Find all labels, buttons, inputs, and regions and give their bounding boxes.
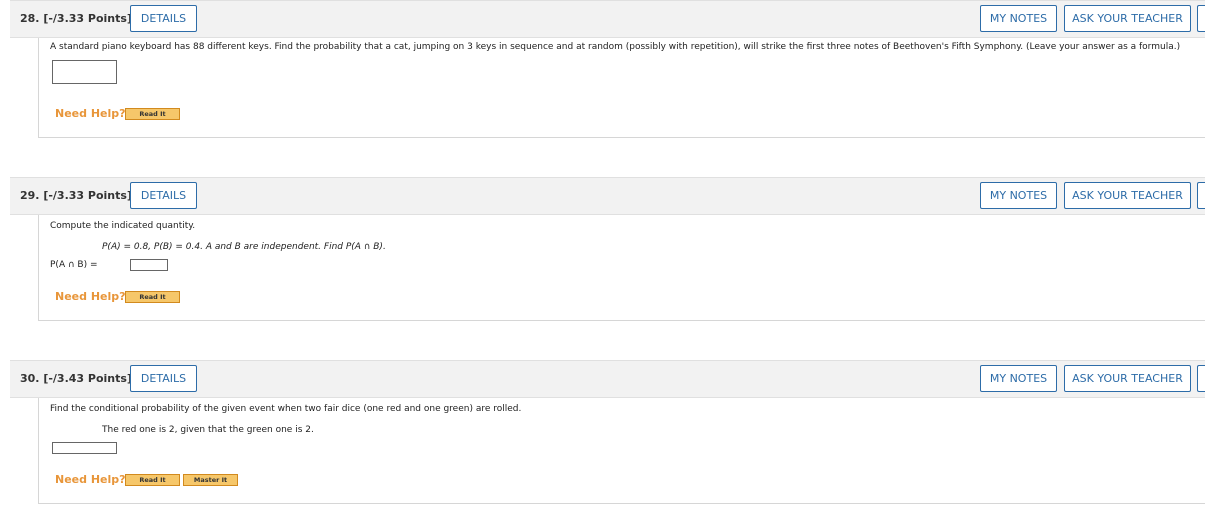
question-body: Compute the indicated quantity. P(A) = 0… — [38, 215, 1205, 321]
ask-teacher-button[interactable]: ASK YOUR TEACHER — [1064, 365, 1191, 392]
my-notes-button[interactable]: MY NOTES — [980, 365, 1057, 392]
more-button[interactable] — [1197, 365, 1205, 392]
answer-input[interactable] — [52, 442, 117, 454]
my-notes-button[interactable]: MY NOTES — [980, 182, 1057, 209]
read-it-button[interactable]: Read It — [125, 474, 180, 486]
question-text: A standard piano keyboard has 88 differe… — [50, 42, 1181, 52]
question-body: Find the conditional probability of the … — [38, 398, 1205, 504]
details-button[interactable]: DETAILS — [130, 365, 197, 392]
need-help-label: Need Help? — [55, 107, 126, 120]
question-given: The red one is 2, given that the green o… — [102, 425, 314, 435]
question-header: 28. [-/3.33 Points] DETAILS MY NOTES ASK… — [10, 0, 1205, 38]
question-number: 30. [-/3.43 Points] — [20, 372, 132, 385]
need-help-label: Need Help? — [55, 290, 126, 303]
question-given: P(A) = 0.8, P(B) = 0.4. A and B are inde… — [102, 242, 386, 252]
read-it-button[interactable]: Read It — [125, 108, 180, 120]
answer-input[interactable] — [130, 259, 168, 271]
question-prompt: Find the conditional probability of the … — [50, 404, 522, 414]
details-button[interactable]: DETAILS — [130, 182, 197, 209]
more-button[interactable] — [1197, 5, 1205, 32]
my-notes-button[interactable]: MY NOTES — [980, 5, 1057, 32]
question-prompt: Compute the indicated quantity. — [50, 221, 196, 231]
answer-input[interactable] — [52, 60, 117, 84]
more-button[interactable] — [1197, 182, 1205, 209]
answer-label: P(A ∩ B) = — [50, 260, 98, 270]
question-number: 28. [-/3.33 Points] — [20, 12, 132, 25]
question-body: A standard piano keyboard has 88 differe… — [38, 38, 1205, 138]
ask-teacher-button[interactable]: ASK YOUR TEACHER — [1064, 5, 1191, 32]
details-button[interactable]: DETAILS — [130, 5, 197, 32]
question-header: 29. [-/3.33 Points] DETAILS MY NOTES ASK… — [10, 177, 1205, 215]
question-number: 29. [-/3.33 Points] — [20, 189, 132, 202]
ask-teacher-button[interactable]: ASK YOUR TEACHER — [1064, 182, 1191, 209]
read-it-button[interactable]: Read It — [125, 291, 180, 303]
need-help-label: Need Help? — [55, 473, 126, 486]
question-header: 30. [-/3.43 Points] DETAILS MY NOTES ASK… — [10, 360, 1205, 398]
master-it-button[interactable]: Master It — [183, 474, 238, 486]
